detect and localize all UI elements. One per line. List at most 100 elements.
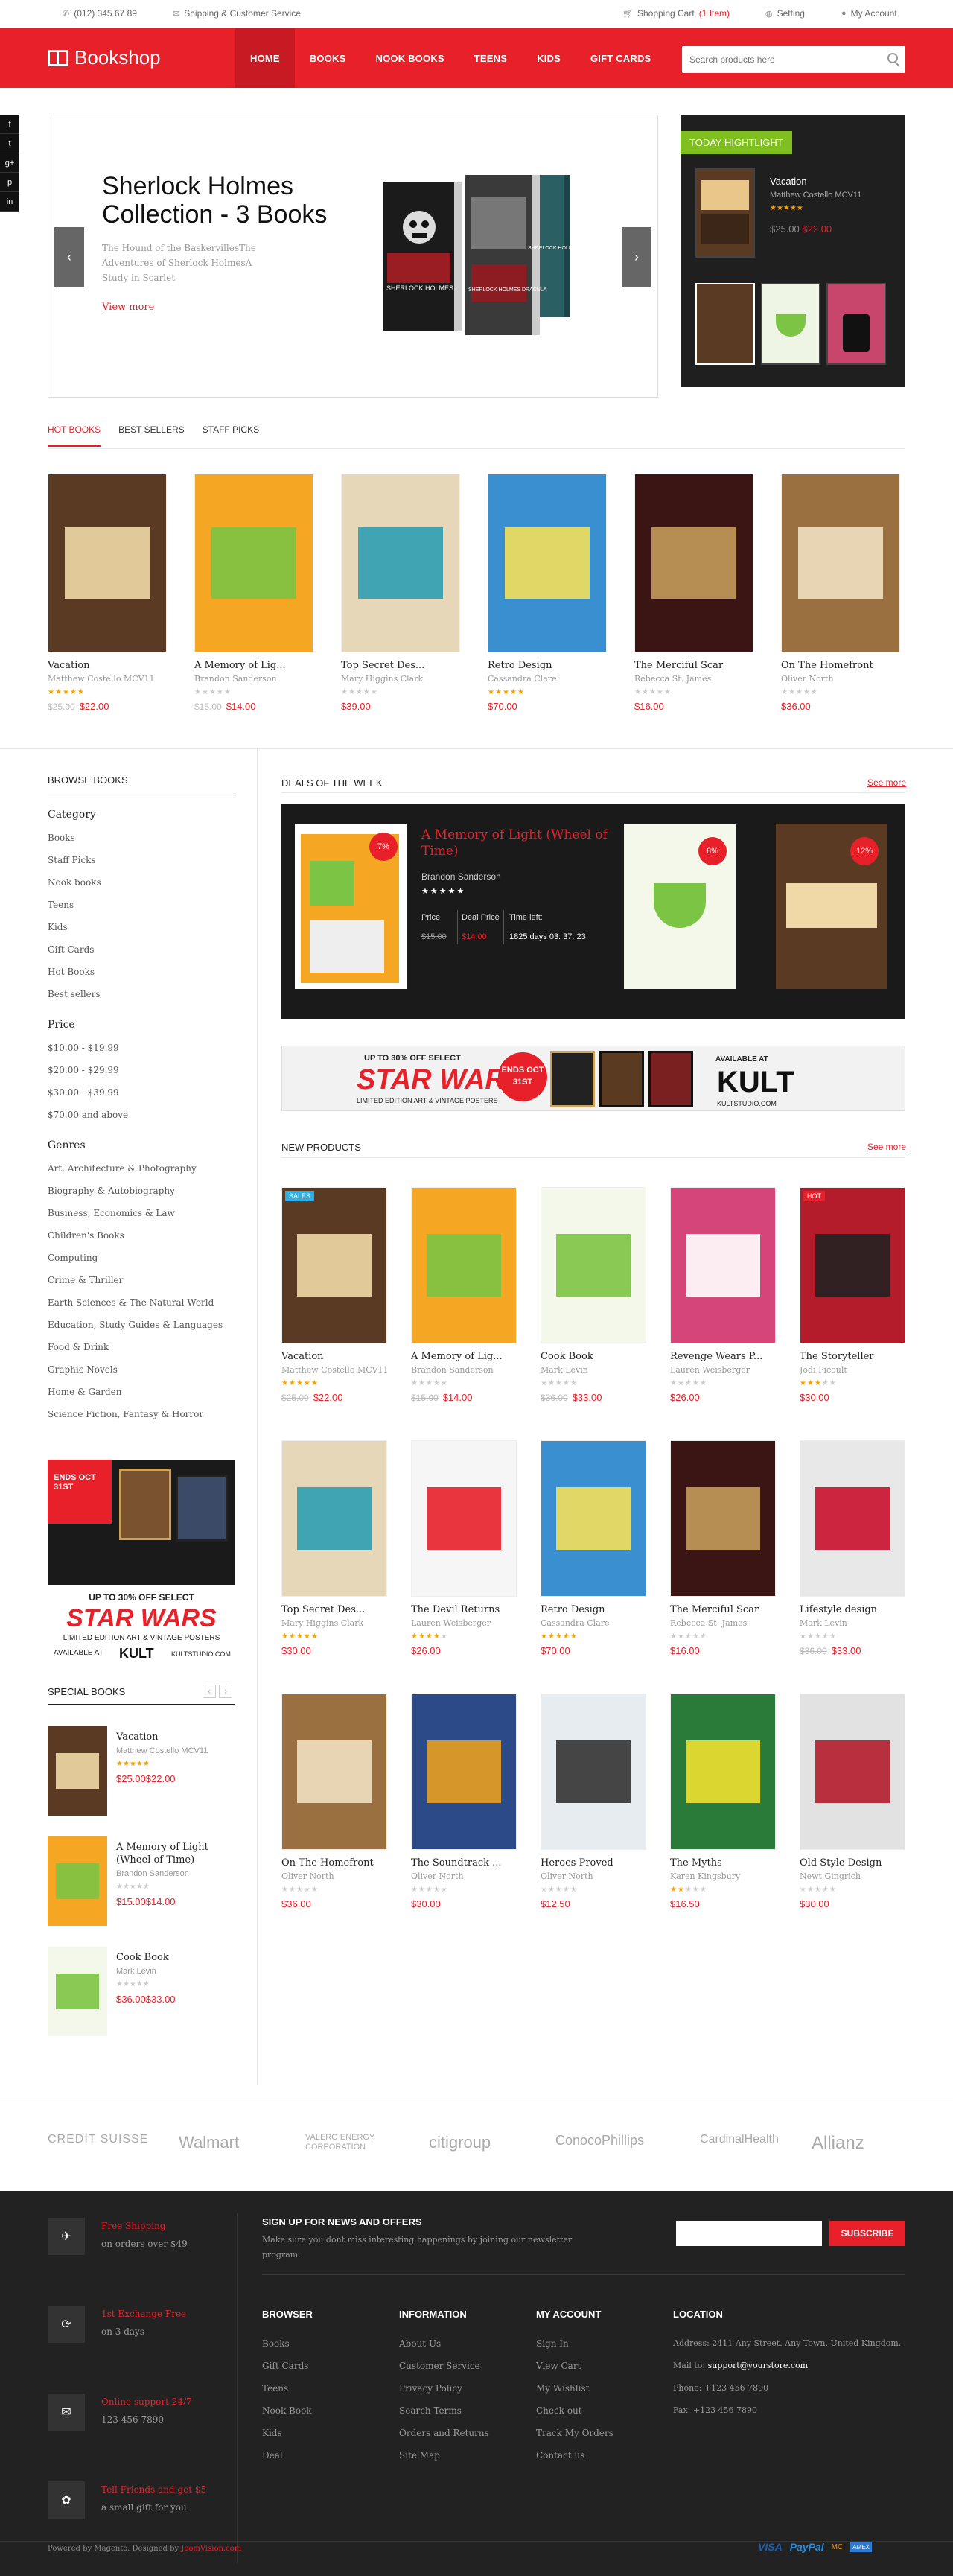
nav-gift-cards[interactable]: GIFT CARDS [576, 28, 666, 88]
cart-link[interactable]: 🛒︎ Shopping Cart (1 Item) [622, 8, 730, 19]
book-cover[interactable] [800, 1694, 905, 1850]
highlight-cover[interactable] [695, 168, 755, 258]
service-info[interactable]: ✉ Shipping & Customer Service [173, 8, 301, 19]
product-title[interactable]: Cook Book [541, 1351, 646, 1362]
footer-link[interactable]: Nook Book [262, 2400, 312, 2422]
book-cover[interactable] [194, 474, 313, 652]
genre-link[interactable]: Children's Books [48, 1224, 235, 1247]
category-link[interactable]: Best sellers [48, 983, 235, 1005]
genre-link[interactable]: Biography & Autobiography [48, 1180, 235, 1202]
footer-link[interactable]: Deal [262, 2444, 312, 2467]
product-title[interactable]: Retro Design [541, 1604, 646, 1615]
view-more-link[interactable]: View more [102, 302, 154, 313]
deal-cover-vacation[interactable]: 12% [776, 824, 887, 989]
facebook-icon[interactable]: f [0, 115, 19, 134]
book-cover[interactable] [541, 1694, 646, 1850]
brand-logo[interactable]: citigroup [429, 2133, 491, 2152]
sidebar-ad-banner[interactable]: ENDS OCT 31ST UP TO 30% OFF SELECT STAR … [48, 1460, 235, 1665]
book-cover[interactable] [411, 1440, 517, 1597]
special-title[interactable]: A Memory of Light (Wheel of Time) [116, 1841, 235, 1866]
product-title[interactable]: The Devil Returns [411, 1604, 517, 1615]
book-cover[interactable] [541, 1440, 646, 1597]
book-cover[interactable] [488, 474, 607, 652]
product-title[interactable]: Revenge Wears P... [670, 1351, 776, 1362]
book-cover[interactable] [48, 1836, 107, 1926]
brand-logo[interactable]: ConocoPhillips [555, 2133, 644, 2149]
price-filter-link[interactable]: $20.00 - $29.99 [48, 1059, 235, 1081]
book-cover[interactable] [781, 474, 900, 652]
product-title[interactable]: The Soundtrack ... [411, 1857, 517, 1869]
book-cover[interactable] [48, 1726, 107, 1816]
special-next-button[interactable]: › [219, 1685, 232, 1698]
product-title[interactable]: Old Style Design [800, 1857, 905, 1869]
category-link[interactable]: Hot Books [48, 961, 235, 983]
footer-link[interactable]: Contact us [536, 2444, 613, 2467]
setting-link[interactable]: ◍ Setting [765, 8, 805, 19]
product-title[interactable]: The Storyteller [800, 1351, 905, 1362]
product-title[interactable]: Heroes Proved [541, 1857, 646, 1869]
genre-link[interactable]: Food & Drink [48, 1336, 235, 1358]
genre-link[interactable]: Business, Economics & Law [48, 1202, 235, 1224]
genre-link[interactable]: Crime & Thriller [48, 1269, 235, 1291]
product-title[interactable]: Retro Design [488, 660, 607, 671]
nav-nook-books[interactable]: NOOK BOOKS [360, 28, 459, 88]
genre-link[interactable]: Art, Architecture & Photography [48, 1157, 235, 1180]
highlight-title[interactable]: Vacation [770, 176, 807, 187]
designer-link[interactable]: JoomVision.com [181, 2545, 241, 2553]
footer-link[interactable]: About Us [399, 2332, 489, 2355]
newsletter-email-input[interactable] [676, 2221, 822, 2246]
twitter-icon[interactable]: t [0, 134, 19, 153]
genre-link[interactable]: Science Fiction, Fantasy & Horror [48, 1403, 235, 1425]
footer-link[interactable]: View Cart [536, 2355, 613, 2377]
product-title[interactable]: The Myths [670, 1857, 776, 1869]
footer-link[interactable]: Check out [536, 2400, 613, 2422]
book-cover[interactable] [281, 1694, 387, 1850]
thumb-cookbook[interactable] [761, 283, 820, 365]
pinterest-icon[interactable]: p [0, 173, 19, 192]
book-cover[interactable]: HOT [800, 1187, 905, 1343]
product-title[interactable]: On The Homefront [281, 1857, 387, 1869]
brand-logo[interactable]: Walmart [179, 2133, 239, 2152]
google-plus-icon[interactable]: g+ [0, 153, 19, 173]
brand-logo[interactable]: VALERO ENERGY CORPORATION [305, 2133, 395, 2152]
linkedin-icon[interactable]: in [0, 192, 19, 212]
email-link[interactable]: support@yourstore.com [708, 2361, 808, 2370]
promo-banner[interactable]: UP TO 30% OFF SELECT STAR WARS LIMITED E… [281, 1046, 905, 1111]
thumb-vacation[interactable] [695, 283, 755, 365]
genre-link[interactable]: Earth Sciences & The Natural World [48, 1291, 235, 1314]
slider-next-button[interactable]: › [622, 227, 651, 287]
nav-kids[interactable]: KIDS [522, 28, 576, 88]
category-link[interactable]: Nook books [48, 871, 235, 894]
footer-link[interactable]: Orders and Returns [399, 2422, 489, 2444]
account-link[interactable]: ● My Account [841, 8, 897, 19]
book-cover[interactable] [670, 1694, 776, 1850]
footer-link[interactable]: Search Terms [399, 2400, 489, 2422]
deal-cover-main[interactable]: 7% [295, 824, 407, 989]
nav-home[interactable]: HOME [235, 28, 295, 88]
category-link[interactable]: Kids [48, 916, 235, 938]
footer-link[interactable]: Books [262, 2332, 312, 2355]
product-title[interactable]: A Memory of Lig... [194, 660, 313, 671]
price-filter-link[interactable]: $70.00 and above [48, 1104, 235, 1126]
product-title[interactable]: Lifestyle design [800, 1604, 905, 1615]
genre-link[interactable]: Education, Study Guides & Languages [48, 1314, 235, 1336]
genre-link[interactable]: Graphic Novels [48, 1358, 235, 1381]
book-cover[interactable] [281, 1440, 387, 1597]
book-cover[interactable] [341, 474, 460, 652]
price-filter-link[interactable]: $10.00 - $19.99 [48, 1037, 235, 1059]
footer-link[interactable]: Privacy Policy [399, 2377, 489, 2400]
deal-title[interactable]: A Memory of Light (Wheel of Time) [421, 827, 608, 859]
book-cover[interactable] [670, 1440, 776, 1597]
brand-logo[interactable]: Allianz [812, 2133, 864, 2154]
product-title[interactable]: On The Homefront [781, 660, 900, 671]
tab-best-sellers[interactable]: BEST SELLERS [118, 424, 185, 447]
footer-link[interactable]: Track My Orders [536, 2422, 613, 2444]
site-logo[interactable]: Bookshop [48, 46, 161, 69]
genre-link[interactable]: Computing [48, 1247, 235, 1269]
product-title[interactable]: Top Secret Des... [281, 1604, 387, 1615]
book-cover[interactable] [48, 1947, 107, 2036]
footer-link[interactable]: Teens [262, 2377, 312, 2400]
tab-staff-picks[interactable]: STAFF PICKS [203, 424, 259, 447]
book-cover[interactable] [411, 1694, 517, 1850]
book-cover[interactable] [670, 1187, 776, 1343]
